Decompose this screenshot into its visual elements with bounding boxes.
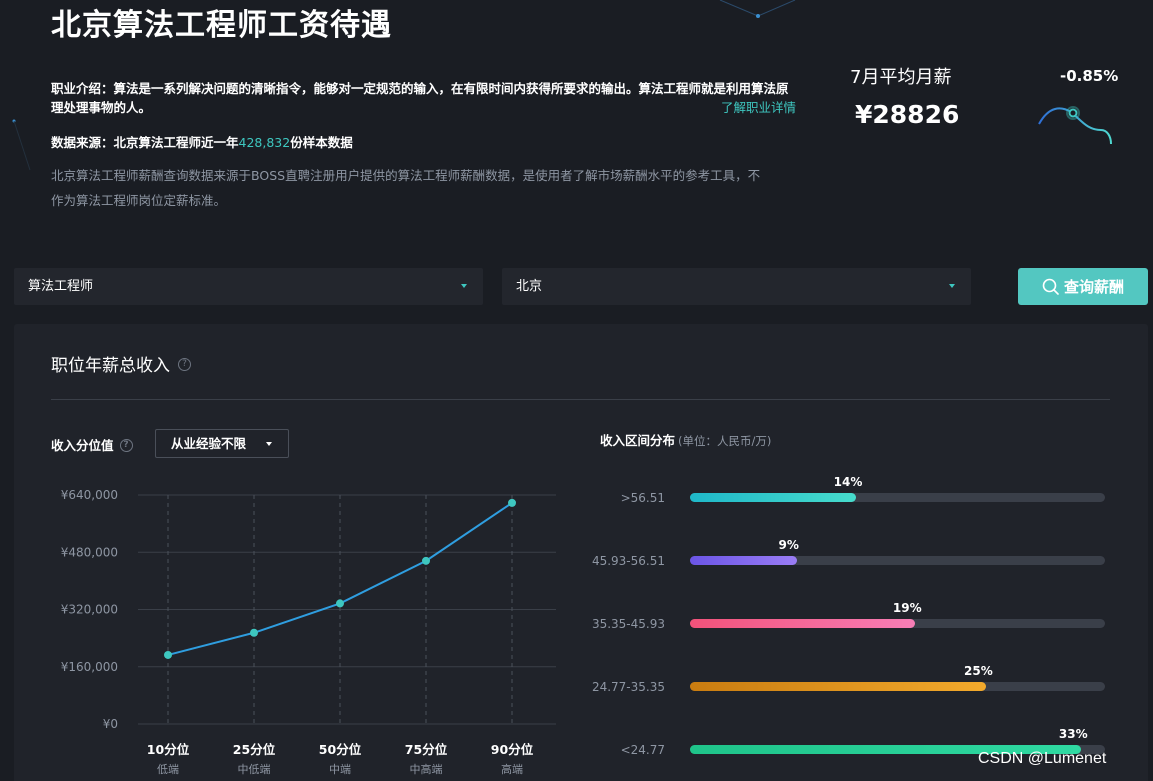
data-point [508,498,516,507]
y-tick-label: ¥160,000 [61,660,118,674]
y-tick-label: ¥0 [103,717,118,731]
help-icon[interactable]: ? [178,358,191,371]
panel-title: 职位年薪总收入? [51,351,191,376]
data-description: 北京算法工程师薪酬查询数据来源于BOSS直聘注册用户提供的算法工程师薪酬数据，是… [51,168,761,208]
data-point [164,650,172,659]
distribution-row: 45.93-56.51 9% [574,538,1114,578]
distribution-row: 24.77-35.35 25% [574,664,1114,704]
divider [51,399,1110,400]
x-tick-sublabel: 高端 [501,762,523,776]
distribution-category-label: >56.51 [620,491,665,505]
distribution-value-label: 25% [964,664,993,678]
job-intro: 职业介绍：算法是一系列解决问题的清晰指令，能够对一定规范的输入，在有限时间内获得… [51,79,796,117]
y-tick-label: ¥640,000 [61,488,118,502]
job-select[interactable]: 算法工程师 [14,268,483,305]
distribution-title: 收入区间分布 (单位：人民币/万) [600,430,771,449]
distribution-bar-track [690,619,1105,628]
data-source-prefix: 数据来源：北京算法工程师近一年 [51,135,239,150]
x-tick-sublabel: 中端 [329,763,351,776]
distribution-category-label: 35.35-45.93 [591,617,665,631]
y-tick-label: ¥320,000 [61,603,118,617]
search-salary-button[interactable]: 查询薪酬 [1018,268,1148,305]
distribution-category-label: 24.77-35.35 [591,680,665,694]
distribution-bar-track [690,556,1105,565]
data-point [250,628,258,637]
job-select-value: 算法工程师 [28,279,94,294]
job-intro-text: 职业介绍：算法是一系列解决问题的清晰指令，能够对一定规范的输入，在有限时间内获得… [51,81,789,115]
annual-income-panel: 职位年薪总收入? 收入分位值? 从业经验不限 ¥0 ¥160,000 ¥320,00… [14,324,1148,781]
distribution-title-text: 收入区间分布 [600,433,676,448]
data-point [336,599,344,608]
search-icon [1042,278,1059,295]
percentile-label-text: 收入分位值 [51,438,114,453]
distribution-unit: (单位：人民币/万) [678,434,772,448]
experience-select[interactable]: 从业经验不限 [155,429,289,458]
distribution-value-label: 19% [892,601,922,615]
distribution-value-label: 9% [778,538,799,552]
y-tick-label: ¥480,000 [61,545,118,559]
distribution-bar [690,682,987,691]
percentile-line-chart: ¥0 ¥160,000 ¥320,000 ¥480,000 ¥640,000 10分位低端… [61,488,556,776]
data-source-suffix: 份样本数据 [290,135,353,150]
x-tick-sublabel: 低端 [157,763,179,776]
distribution-value-label: 14% [833,475,863,489]
city-select[interactable]: 北京 [502,268,971,305]
watermark: CSDN @Lumenet [978,750,1107,767]
x-tick-sublabel: 中高端 [410,762,443,776]
city-select-value: 北京 [516,279,543,294]
x-tick-label: 10分位 [147,742,190,757]
panel-title-text: 职位年薪总收入 [51,356,170,376]
distribution-bar [690,619,916,628]
trend-sparkline-icon [1038,106,1112,145]
x-tick-label: 25分位 [233,742,276,757]
distribution-row: 35.35-45.93 19% [574,601,1114,641]
search-salary-label: 查询薪酬 [1063,278,1124,296]
distribution-category-label: 45.93-56.51 [591,554,665,568]
help-icon[interactable]: ? [119,439,133,452]
distribution-bar [690,493,856,502]
experience-select-value: 从业经验不限 [171,436,247,451]
monthly-average-value: ¥28826 [855,100,960,129]
chevron-down-icon [266,442,272,446]
chevron-down-icon [949,284,955,288]
distribution-row: >56.51 14% [574,475,1114,515]
x-tick-label: 90分位 [491,742,534,757]
x-tick-sublabel: 中低端 [238,763,271,776]
page-title: 北京算法工程师工资待遇 [51,8,392,43]
monthly-change: -0.85% [1060,67,1119,85]
percentile-label: 收入分位值? [51,435,133,454]
distribution-bar-track [690,682,1105,691]
data-point [422,556,430,565]
distribution-bar [690,556,797,565]
monthly-average-label: 7月平均月薪 [850,67,952,88]
distribution-bar-track [690,493,1105,502]
sample-count: 428,832 [238,135,291,150]
distribution-category-label: <24.77 [620,743,665,757]
distribution-value-label: 33% [1058,727,1088,741]
x-tick-label: 50分位 [319,742,362,757]
chevron-down-icon [461,284,467,288]
x-tick-label: 75分位 [405,742,448,757]
job-details-link[interactable]: 了解职业详情 [721,98,796,117]
data-source: 数据来源：北京算法工程师近一年428,832份样本数据 [51,132,353,151]
